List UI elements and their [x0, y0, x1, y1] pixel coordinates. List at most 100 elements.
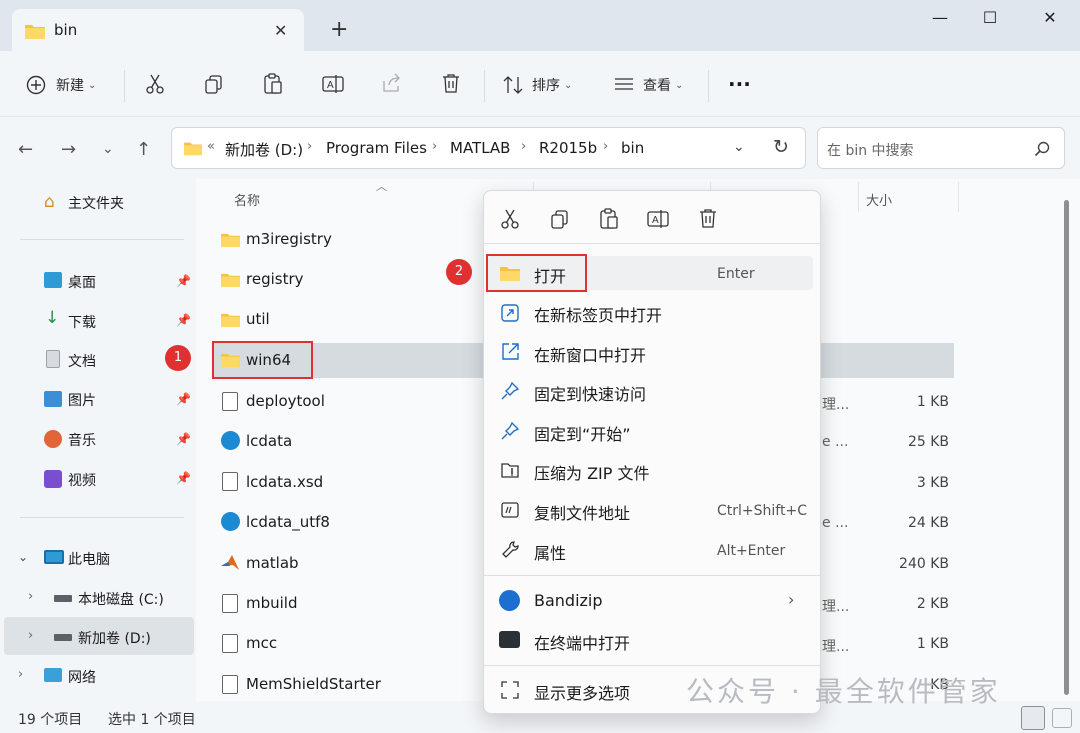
table-row[interactable]: registry — [246, 270, 304, 288]
overflow-chevron[interactable]: « — [207, 139, 215, 154]
paste-icon[interactable] — [262, 72, 284, 96]
pin-icon[interactable]: 📌 — [176, 313, 191, 327]
nav-desktop[interactable]: 桌面 — [68, 272, 96, 292]
delete-icon[interactable] — [697, 207, 719, 229]
nav-network[interactable]: 网络 — [68, 667, 96, 687]
nav-pictures[interactable]: 图片 — [68, 390, 96, 410]
breadcrumb-program-files[interactable]: Program Files — [326, 139, 427, 157]
breadcrumb-r2015b[interactable]: R2015b — [539, 139, 597, 157]
breadcrumb-drive[interactable]: 新加卷 (D:) — [225, 139, 303, 160]
menu-item-properties[interactable]: 属性 — [534, 540, 566, 564]
shortcut-open: Enter — [717, 266, 755, 282]
paste-icon[interactable] — [598, 207, 620, 231]
expand-chevron-icon[interactable]: ⌄ — [18, 550, 28, 564]
table-row[interactable]: lcdata.xsd — [246, 473, 323, 491]
breadcrumb-bin[interactable]: bin — [621, 139, 644, 157]
search-icon[interactable] — [1034, 141, 1050, 157]
nav-this-pc[interactable]: 此电脑 — [68, 549, 110, 569]
menu-item-bandizip[interactable]: Bandizip — [534, 591, 603, 610]
nav-drive-c[interactable]: 本地磁盘 (C:) — [78, 589, 164, 609]
watermark: 公众号 · 最全软件管家 — [686, 675, 1001, 708]
collapse-chevron-icon[interactable]: › — [28, 589, 33, 604]
delete-icon[interactable] — [440, 72, 462, 94]
forward-arrow-icon[interactable]: → — [61, 139, 76, 160]
vertical-scrollbar[interactable] — [1064, 200, 1069, 695]
copy-path-icon — [501, 502, 519, 518]
menu-item-pin-quick-access[interactable]: 固定到快速访问 — [534, 381, 646, 405]
copy-icon[interactable] — [549, 208, 571, 230]
nav-documents[interactable]: 文档 — [68, 351, 96, 371]
up-arrow-icon[interactable]: ↑ — [136, 139, 151, 160]
menu-item-open-new-window[interactable]: 在新窗口中打开 — [534, 342, 646, 366]
submenu-chevron-icon: › — [788, 590, 795, 609]
nav-music[interactable]: 音乐 — [68, 430, 96, 450]
recent-chevron-icon[interactable]: ⌄ — [102, 141, 114, 157]
sort-button[interactable]: 排序 ⌄ — [502, 72, 572, 98]
toolbar-divider — [124, 70, 125, 102]
menu-item-compress-zip[interactable]: 压缩为 ZIP 文件 — [534, 460, 650, 484]
new-button[interactable]: 新建 ⌄ — [26, 72, 96, 98]
pin-icon[interactable]: 📌 — [176, 274, 191, 288]
network-icon — [44, 668, 62, 682]
nav-divider — [20, 239, 184, 240]
rename-icon[interactable]: A — [321, 72, 345, 96]
table-row[interactable]: util — [246, 310, 270, 328]
pin-icon[interactable]: 📌 — [176, 471, 191, 485]
show-more-options-icon — [501, 681, 519, 699]
wrench-icon — [502, 541, 519, 558]
collapse-chevron-icon[interactable]: › — [18, 667, 23, 682]
maximize-button[interactable]: ☐ — [970, 8, 1010, 32]
table-row[interactable]: mcc — [246, 634, 277, 652]
table-row[interactable]: lcdata — [246, 432, 292, 450]
menu-item-open-terminal[interactable]: 在终端中打开 — [534, 630, 630, 654]
more-options-button[interactable]: ··· — [728, 72, 751, 96]
file-icon — [222, 634, 238, 653]
open-new-window-icon — [502, 343, 519, 360]
view-button[interactable]: 查看 ⌄ — [613, 72, 683, 98]
nav-videos[interactable]: 视频 — [68, 470, 96, 490]
new-tab-button[interactable]: + — [330, 19, 348, 41]
menu-item-show-more[interactable]: 显示更多选项 — [534, 680, 630, 704]
tab-close-button[interactable]: ✕ — [274, 21, 287, 40]
menu-item-pin-start[interactable]: 固定到“开始” — [534, 421, 631, 445]
close-window-button[interactable]: ✕ — [1030, 8, 1070, 32]
tiles-view-icon[interactable] — [1052, 708, 1072, 728]
refresh-icon[interactable]: ↻ — [773, 136, 789, 158]
column-header-name[interactable]: 名称 — [234, 190, 260, 209]
cut-icon[interactable] — [499, 208, 521, 230]
music-icon — [44, 430, 62, 448]
nav-drive-d[interactable]: 新加卷 (D:) — [78, 628, 151, 648]
view-list-icon — [615, 78, 633, 90]
file-type: 理... — [822, 639, 850, 655]
pin-icon[interactable]: 📌 — [176, 392, 191, 406]
toolbar-divider — [484, 70, 485, 102]
details-view-icon[interactable] — [1021, 706, 1045, 730]
share-icon[interactable] — [381, 72, 403, 94]
minimize-button[interactable]: — — [920, 8, 960, 32]
cut-icon[interactable] — [144, 73, 166, 95]
folder-icon — [25, 25, 45, 39]
desktop-icon — [44, 272, 62, 288]
table-row[interactable]: matlab — [246, 554, 299, 572]
menu-item-copy-path[interactable]: 复制文件地址 — [534, 500, 630, 524]
table-row[interactable]: deploytool — [246, 392, 325, 410]
rename-icon[interactable]: A — [646, 207, 670, 231]
column-header-size[interactable]: 大小 — [866, 190, 892, 209]
table-row[interactable]: MemShieldStarter — [246, 675, 381, 693]
toolbar-divider — [708, 70, 709, 102]
nav-downloads[interactable]: 下载 — [68, 312, 96, 332]
nav-home[interactable]: 主文件夹 — [68, 193, 124, 213]
breadcrumb-chevron-icon: › — [307, 139, 313, 154]
back-arrow-icon[interactable]: ← — [18, 139, 33, 160]
address-dropdown-icon[interactable]: ⌄ — [733, 139, 745, 155]
copy-icon[interactable] — [203, 73, 225, 95]
table-row[interactable]: m3iregistry — [246, 230, 332, 248]
breadcrumb-matlab[interactable]: MATLAB — [450, 139, 510, 157]
table-row[interactable]: lcdata_utf8 — [246, 513, 330, 531]
pin-icon[interactable]: 📌 — [176, 432, 191, 446]
menu-item-open-new-tab[interactable]: 在新标签页中打开 — [534, 302, 662, 326]
search-input[interactable]: 在 bin 中搜索 — [827, 140, 914, 160]
table-row[interactable]: mbuild — [246, 594, 298, 612]
sort-ascending-icon: ︿ — [376, 180, 387, 193]
collapse-chevron-icon[interactable]: › — [28, 628, 33, 643]
